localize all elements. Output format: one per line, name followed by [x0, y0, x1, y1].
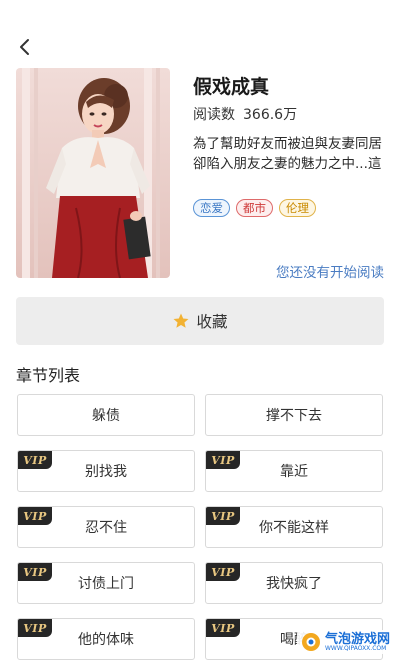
vip-badge: VIP: [206, 451, 240, 469]
tag-city[interactable]: 都市: [236, 199, 273, 217]
chapter-title: 忍不住: [85, 520, 127, 536]
chapter-title: 别找我: [85, 464, 127, 480]
chapter-list-title: 章节列表: [16, 366, 81, 385]
chapter-item[interactable]: VIP 我快疯了: [205, 562, 383, 604]
chevron-left-icon: [20, 39, 29, 55]
vip-badge: VIP: [18, 563, 52, 581]
status-bar: 4:41: [0, 0, 400, 26]
chapter-item[interactable]: VIP 讨债上门: [17, 562, 195, 604]
reading-status-link[interactable]: 您还没有开始阅读: [276, 261, 384, 281]
watermark-text: 气泡游戏网: [324, 631, 390, 647]
comic-cover-image: [16, 68, 170, 278]
chapter-title: 他的体味: [78, 632, 134, 648]
chapter-item[interactable]: VIP 忍不住: [17, 506, 195, 548]
vip-badge: VIP: [18, 507, 52, 525]
chapter-title: 你不能这样: [259, 520, 329, 536]
favorite-button[interactable]: 收藏: [16, 297, 384, 345]
vip-badge: VIP: [206, 507, 240, 525]
comic-description: 為了幫助好友而被迫與友妻同居卻陷入朋友之妻的魅力之中...這: [193, 136, 382, 172]
vip-badge: VIP: [18, 451, 52, 469]
chapter-title: 躲债: [92, 408, 120, 424]
star-icon: [173, 313, 189, 328]
read-count-label: 阅读数: [193, 107, 235, 123]
bubble-logo-icon: [301, 633, 320, 651]
tag-list: 恋爱 都市 伦理: [193, 199, 316, 217]
read-count: 阅读数 366.6万: [193, 104, 305, 124]
watermark-url: WWW.QIPAOXX.COM: [324, 644, 387, 652]
wifi-icon: [324, 5, 340, 17]
vip-badge: VIP: [18, 619, 52, 637]
chapter-title: 我快疯了: [266, 576, 322, 592]
site-watermark: 气泡游戏网 WWW.QIPAOXX.COM: [296, 630, 394, 654]
tag-romance[interactable]: 恋爱: [193, 199, 230, 217]
vip-badge: VIP: [206, 619, 240, 637]
comic-title: 假戏成真: [193, 76, 270, 98]
favorite-label: 收藏: [196, 313, 228, 331]
chapter-title: 讨债上门: [78, 576, 134, 592]
chapter-item[interactable]: 躲债: [17, 394, 195, 436]
status-icons: 4:41: [324, 4, 390, 19]
chapter-item[interactable]: VIP 别找我: [17, 450, 195, 492]
read-count-value: 366.6万: [243, 107, 298, 123]
battery-icon: [346, 4, 355, 19]
chapter-item[interactable]: VIP 靠近: [205, 450, 383, 492]
chapter-item[interactable]: 撑不下去: [205, 394, 383, 436]
chapter-item[interactable]: VIP 你不能这样: [205, 506, 383, 548]
status-time: 4:41: [360, 4, 390, 19]
chapter-title: 靠近: [280, 464, 308, 480]
chapter-item[interactable]: VIP 他的体味: [17, 618, 195, 660]
vip-badge: VIP: [206, 563, 240, 581]
tag-ethics[interactable]: 伦理: [279, 199, 316, 217]
back-button[interactable]: [12, 34, 38, 60]
chapter-title: 撑不下去: [266, 408, 322, 424]
